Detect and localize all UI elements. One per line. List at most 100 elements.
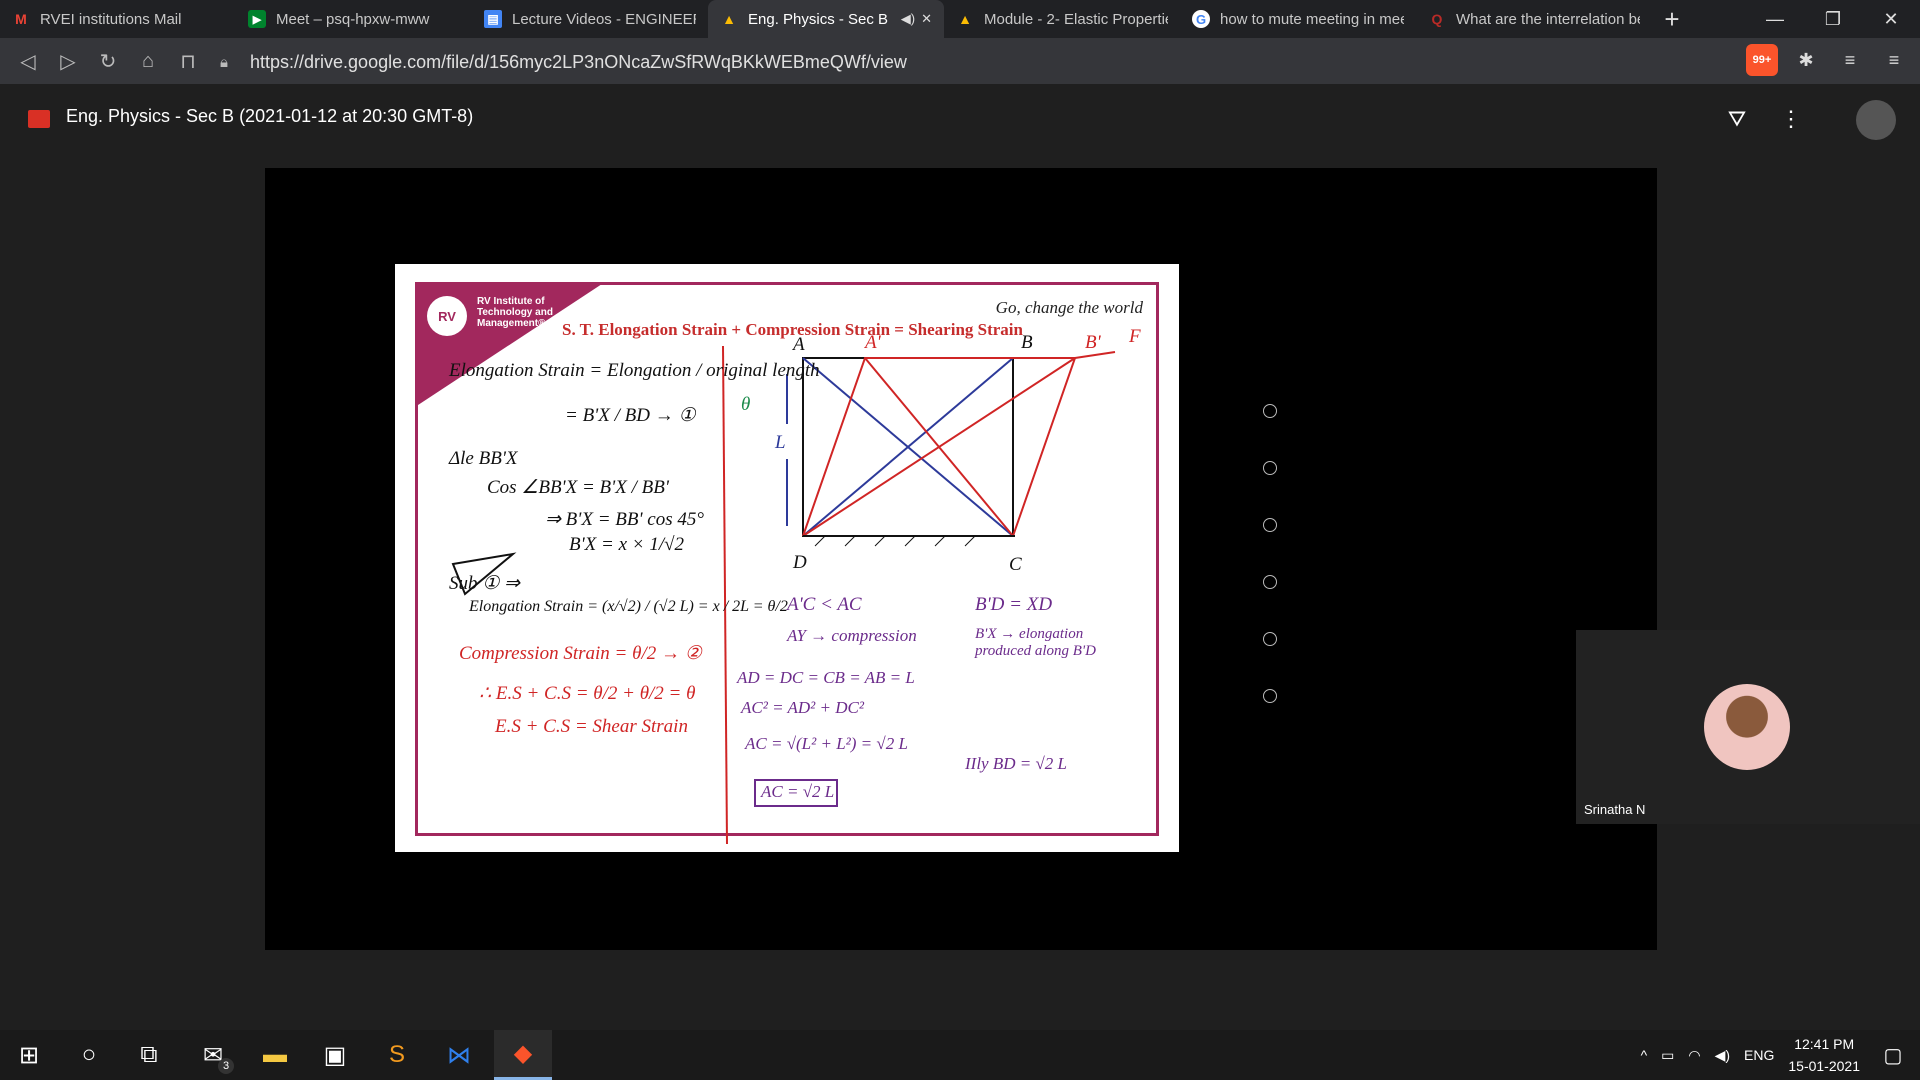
reload-icon[interactable]: ↻ [88, 41, 128, 81]
extensions-icon[interactable]: ✱ [1790, 44, 1822, 76]
drive-icon: ▲ [958, 11, 972, 27]
note-compression: AY → compression [787, 626, 917, 645]
gmail-icon: M [15, 11, 27, 27]
browser-toolbar: ◁ ▷ ↻ ⌂ ⊓ 🔒︎ https://drive.google.com/fi… [0, 38, 1920, 84]
drive-header: Eng. Physics - Sec B (2021-01-12 at 20:3… [0, 84, 1920, 154]
note-triangle: Δle BB'X [449, 448, 518, 469]
wifi-icon[interactable]: ◠ [1688, 1047, 1700, 1064]
volume-icon[interactable]: ◀) [1715, 1047, 1730, 1064]
doc-icon: ▤ [484, 10, 502, 28]
clock-date: 15-01-2021 [1788, 1058, 1860, 1074]
note-sides: AD = DC = CB = AB = L [737, 668, 915, 687]
clock-time: 12:41 PM [1794, 1036, 1855, 1052]
note-elongation-result: Elongation Strain = (x/√2) / (√2 L) = x … [469, 598, 788, 615]
label-a-prime: A' [865, 332, 881, 353]
close-tab-icon[interactable]: ✕ [921, 11, 932, 27]
more-options-icon[interactable]: ⋮ [1774, 102, 1808, 136]
tab-quora[interactable]: Q What are the interrelation be [1416, 0, 1652, 38]
note-bd-value: IIly BD = √2 L [965, 754, 1068, 773]
label-b-prime: B' [1085, 332, 1101, 353]
tab-label: Eng. Physics - Sec B [748, 10, 889, 28]
note-shear-strain: E.S + C.S = Shear Strain [495, 716, 688, 737]
chevron-up-icon[interactable]: ^ [1641, 1047, 1648, 1063]
tab-label: how to mute meeting in mee [1220, 10, 1404, 28]
marker-icon [1263, 575, 1277, 589]
note-elongation-strain: Elongation Strain = Elongation / origina… [449, 360, 820, 381]
system-tray: ^ ▭ ◠ ◀) ENG 12:41 PM 15-01-2021 [1641, 1030, 1860, 1080]
menu-icon[interactable]: ≡ [1878, 44, 1910, 76]
language-indicator[interactable]: ENG [1744, 1047, 1774, 1063]
window-controls: — ❐ ✕ [1746, 0, 1920, 38]
brave-shield-icon[interactable]: 99+ [1746, 44, 1778, 76]
mail-badge: 3 [218, 1058, 234, 1074]
file-explorer-icon[interactable]: ▬ [246, 1030, 304, 1080]
tab-meet[interactable]: ▶ Meet – psq-hpxw-mww [236, 0, 472, 38]
extension-tools: 99+ ✱ ≡ ≡ [1746, 44, 1910, 76]
tab-label: Lecture Videos - ENGINEERIN [512, 10, 696, 28]
new-tab-button[interactable]: + [1652, 0, 1692, 38]
video-player[interactable]: RV RV Institute of Technology and Manage… [265, 168, 1920, 950]
windows-start-icon[interactable]: ⊞ [0, 1030, 58, 1080]
vscode-icon[interactable]: ⋈ [430, 1030, 488, 1080]
note-bd-xd: B'D = XD [975, 594, 1053, 615]
participant-name: Srinatha N [1584, 802, 1646, 817]
note-bx-cos45: ⇒ B'X = BB' cos 45° [545, 509, 704, 530]
tab-label: RVEI institutions Mail [40, 10, 182, 28]
browser-tab-strip: M RVEI institutions Mail ▶ Meet – psq-hp… [0, 0, 1920, 38]
tab-google-search[interactable]: G how to mute meeting in mee [1180, 0, 1416, 38]
note-elongation: B'X → elongation produced along B'D [975, 626, 1096, 659]
url-text: https://drive.google.com/file/d/156myc2L… [250, 51, 907, 72]
minimize-icon[interactable]: — [1746, 0, 1804, 38]
label-b: B [1021, 332, 1033, 353]
add-to-drive-icon[interactable]: ⛛ [1720, 102, 1754, 136]
note-ac-compare: A'C < AC [787, 594, 862, 615]
note-ac-value: AC = √(L² + L²) = √2 L [745, 734, 908, 753]
store-icon[interactable]: ▣ [306, 1030, 364, 1080]
note-ac-boxed: AC = √2 L [761, 782, 835, 801]
tab-gmail[interactable]: M RVEI institutions Mail [0, 0, 236, 38]
battery-icon[interactable]: ▭ [1661, 1047, 1674, 1064]
search-icon[interactable]: ○ [60, 1030, 118, 1080]
note-eq-1: = B'X / BD → ① [565, 405, 696, 426]
note-pythagoras: AC² = AD² + DC² [741, 698, 864, 717]
note-bx-value: B'X = x × 1/√2 [569, 534, 685, 555]
bookmark-icon[interactable]: ⊓ [168, 41, 208, 81]
close-window-icon[interactable]: ✕ [1862, 0, 1920, 38]
label-force: F [1129, 326, 1141, 347]
forward-icon[interactable]: ▷ [48, 41, 88, 81]
lock-icon: 🔒︎ [220, 53, 228, 71]
mail-icon[interactable]: ✉ 3 [184, 1030, 242, 1080]
quora-icon: Q [1431, 11, 1443, 27]
label-l: L [775, 432, 786, 453]
notification-icon[interactable]: ▢ [1878, 1040, 1908, 1070]
address-bar[interactable]: 🔒︎ https://drive.google.com/file/d/156my… [220, 47, 1750, 77]
task-view-icon[interactable]: ⧉ [120, 1030, 178, 1080]
tab-lecture-videos[interactable]: ▤ Lecture Videos - ENGINEERIN [472, 0, 708, 38]
windows-taskbar: ⊞ ○ ⧉ ✉ 3 ▬ ▣ S ⋈ ◆ ^ ▭ ◠ ◀) ENG 12:41 P… [0, 1030, 1920, 1080]
back-icon[interactable]: ◁ [8, 41, 48, 81]
brave-browser-icon[interactable]: ◆ [494, 1030, 552, 1080]
label-theta: θ [741, 394, 751, 415]
restore-icon[interactable]: ❐ [1804, 0, 1862, 38]
video-file-icon [28, 110, 50, 128]
home-icon[interactable]: ⌂ [128, 41, 168, 81]
note-compression-strain: Compression Strain = θ/2 → ② [459, 643, 702, 664]
account-avatar[interactable] [1856, 100, 1896, 140]
drive-icon: ▲ [722, 11, 736, 27]
slide-side-markers [1263, 404, 1277, 746]
note-sum: ∴ E.S + C.S = θ/2 + θ/2 = θ [479, 683, 696, 704]
lecture-slide: RV RV Institute of Technology and Manage… [395, 264, 1277, 852]
marker-icon [1263, 518, 1277, 532]
participant-video [1704, 684, 1790, 770]
media-queue-icon[interactable]: ≡ [1834, 44, 1866, 76]
audio-icon[interactable]: ◀) [901, 11, 915, 27]
note-sub: Sub ① ⇒ [449, 573, 520, 594]
marker-icon [1263, 689, 1277, 703]
clock[interactable]: 12:41 PM 15-01-2021 [1788, 1033, 1860, 1077]
tab-eng-physics[interactable]: ▲ Eng. Physics - Sec B ◀) ✕ [708, 0, 944, 38]
google-icon: G [1192, 10, 1210, 28]
marker-icon [1263, 632, 1277, 646]
tab-module-2[interactable]: ▲ Module - 2- Elastic Propertie [944, 0, 1180, 38]
sublime-icon[interactable]: S [368, 1030, 426, 1080]
tab-label: Meet – psq-hpxw-mww [276, 10, 430, 28]
